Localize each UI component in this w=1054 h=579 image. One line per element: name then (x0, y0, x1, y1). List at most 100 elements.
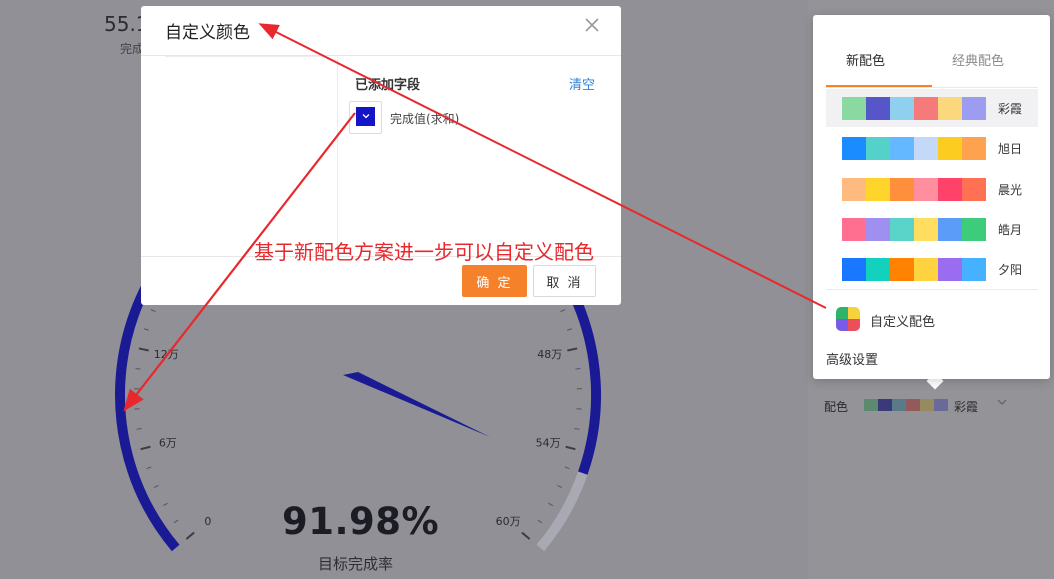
gauge-minor-tick (153, 485, 159, 488)
palette-swatch (866, 258, 890, 281)
palette-swatch (842, 137, 866, 160)
clear-button[interactable]: 清空 (569, 74, 595, 93)
palette-swatch (962, 258, 986, 281)
gauge-tick-label: 60万 (496, 515, 521, 528)
palette-swatch (842, 97, 866, 120)
palette-swatch (938, 258, 962, 281)
gauge-value: 91.98% (282, 500, 440, 543)
gauge-minor-tick (162, 502, 168, 507)
palette-row-haoyue[interactable]: 皓月 (826, 210, 1038, 248)
gauge-tick-label: 54万 (536, 436, 561, 449)
palette-name: 彩霞 (998, 102, 1023, 116)
gauge-minor-tick (548, 502, 554, 507)
gauge-major-tick (140, 445, 151, 451)
gauge-tick-label: 6万 (159, 436, 177, 449)
gauge-needle (343, 372, 490, 437)
palette-swatch (890, 178, 914, 201)
tab-new-palette[interactable]: 新配色 (846, 50, 885, 69)
palette-row-xiyang[interactable]: 夕阳 (826, 250, 1038, 288)
gauge-minor-tick (574, 428, 580, 430)
palette-name: 晨光 (998, 183, 1023, 197)
palette-swatch (890, 258, 914, 281)
gauge-minor-tick (135, 367, 141, 370)
field-name: 完成值(求和) (390, 112, 460, 126)
palette-swatch (890, 218, 914, 241)
palette-swatch (866, 137, 890, 160)
gauge-minor-tick (150, 309, 156, 313)
palette-swatch (842, 178, 866, 201)
color-swatch (934, 399, 948, 411)
palette-swatch (914, 97, 938, 120)
color-swatch (906, 399, 920, 411)
palette-swatch (842, 218, 866, 241)
gauge-major-tick (185, 531, 195, 540)
color-swatch (892, 399, 906, 411)
palette-swatches (842, 178, 986, 201)
gauge-minor-tick (537, 519, 543, 524)
palette-swatch (842, 258, 866, 281)
palette-swatches (842, 258, 986, 281)
palette-swatches (842, 218, 986, 241)
custom-palette-icon[interactable] (836, 307, 860, 331)
palette-row-chenguang[interactable]: 晨光 (826, 170, 1038, 208)
advanced-settings-link[interactable]: 高级设置 (826, 349, 878, 368)
palette-swatch (914, 258, 938, 281)
color-swatch (920, 399, 934, 411)
color-swatch (878, 399, 892, 411)
tab-active-indicator (826, 85, 932, 87)
palette-row-xuri[interactable]: 旭日 (826, 129, 1038, 167)
gauge-minor-tick (143, 328, 149, 331)
palette-name: 旭日 (998, 142, 1023, 156)
cancel-button[interactable]: 取 消 (533, 265, 596, 297)
palette-name: 夕阳 (998, 263, 1023, 277)
gauge-minor-tick (560, 309, 566, 313)
color-swatch (864, 399, 878, 411)
palette-swatch (938, 137, 962, 160)
chevron-down-icon[interactable] (356, 107, 375, 126)
modal-column-divider (337, 56, 338, 256)
popover-divider (826, 289, 1038, 290)
gauge-major-tick (521, 531, 531, 540)
custom-palette-button[interactable]: 自定义配色 (870, 311, 935, 330)
palette-swatch (890, 97, 914, 120)
gauge-minor-tick (575, 367, 581, 370)
tab-classic-palette[interactable]: 经典配色 (952, 50, 1004, 69)
confirm-button[interactable]: 确 定 (462, 265, 527, 297)
palette-row-caixia[interactable]: 彩霞 (826, 89, 1038, 127)
gauge-minor-tick (146, 466, 152, 470)
palette-swatch (866, 97, 890, 120)
palette-swatch (914, 218, 938, 241)
gauge-tick-label: 48万 (537, 348, 562, 361)
palette-swatch (866, 178, 890, 201)
palette-swatches (842, 97, 986, 120)
modal-title: 自定义颜色 (165, 23, 250, 43)
gauge-minor-tick (173, 519, 179, 524)
palette-swatch (866, 218, 890, 241)
gauge-minor-tick (136, 428, 142, 430)
gauge-major-tick (567, 347, 578, 352)
gauge-minor-tick (564, 466, 570, 470)
tab-divider (826, 87, 1038, 88)
color-setting-label: 配色 (824, 400, 849, 414)
gauge-major-tick (138, 347, 149, 352)
palette-name: 皓月 (998, 223, 1023, 237)
gauge-minor-tick (567, 328, 573, 331)
palette-swatch (962, 137, 986, 160)
palette-swatch (890, 137, 914, 160)
gauge-major-tick (565, 445, 576, 451)
gauge-tick-label: 12万 (154, 348, 179, 361)
color-setting-value[interactable]: 彩霞 (954, 398, 978, 415)
palette-swatch (938, 178, 962, 201)
palette-swatch (962, 218, 986, 241)
gauge-label: 目标完成率 (318, 555, 394, 573)
palette-swatch (914, 137, 938, 160)
gauge-minor-tick (557, 485, 563, 488)
color-setting-swatches[interactable] (864, 399, 948, 411)
palette-swatch (962, 178, 986, 201)
field-list-divider (165, 56, 320, 57)
chevron-down-icon[interactable] (996, 396, 1008, 411)
added-fields-label: 已添加字段 (355, 78, 421, 93)
palette-swatch (962, 97, 986, 120)
close-icon[interactable] (581, 14, 603, 43)
palette-swatch (938, 97, 962, 120)
